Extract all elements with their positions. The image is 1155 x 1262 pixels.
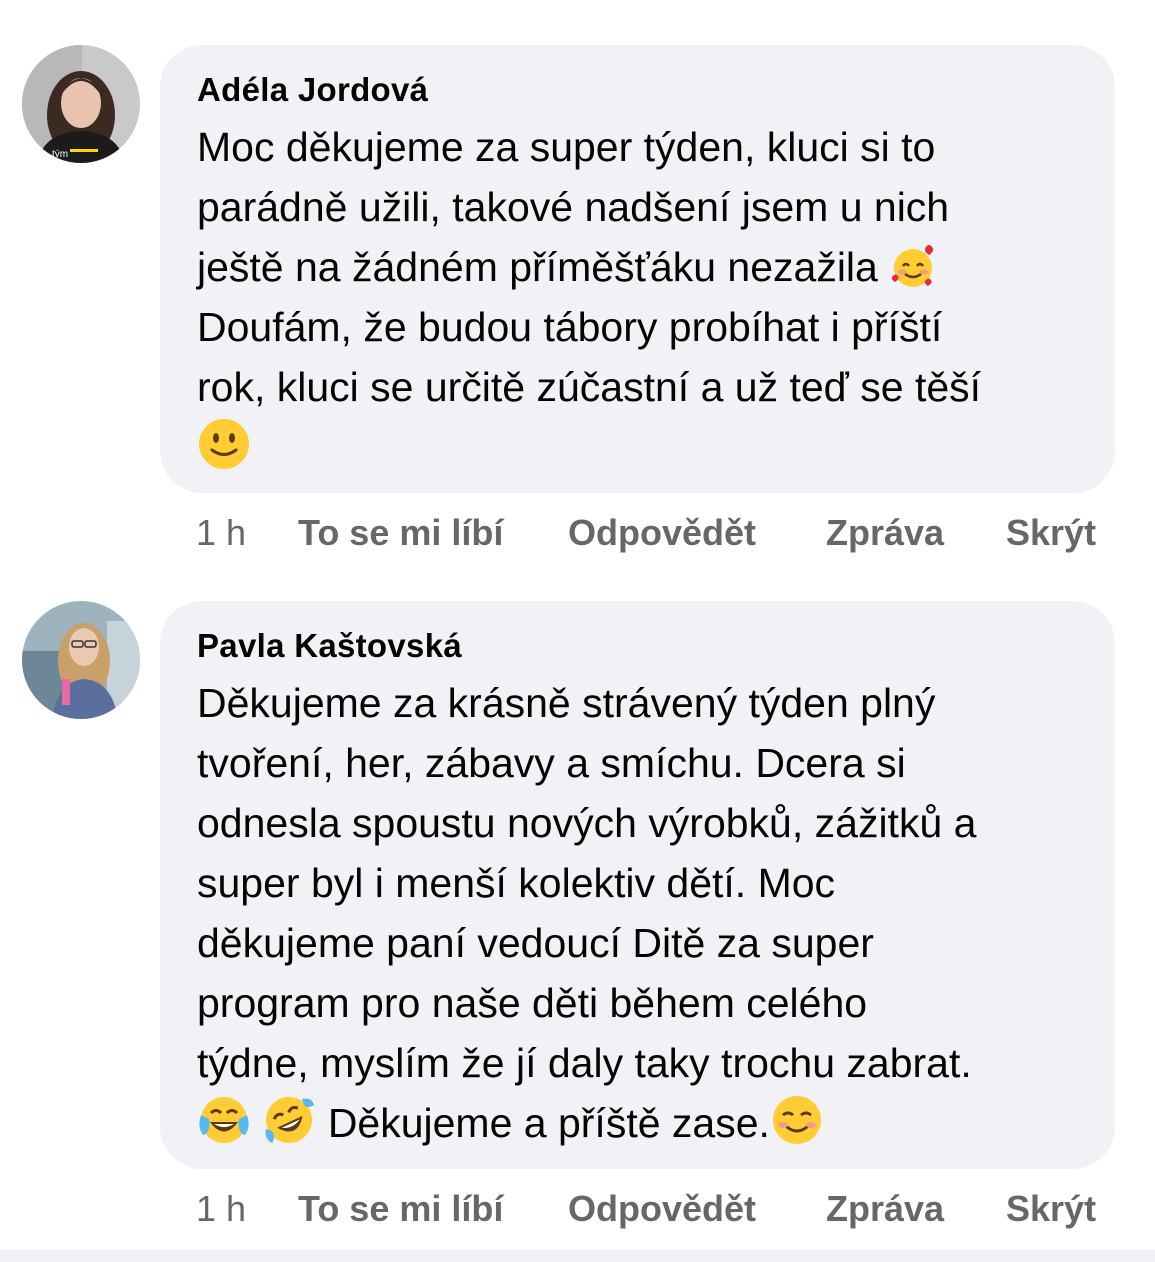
hide-button[interactable]: Skrýt	[1006, 1184, 1096, 1234]
comment-actions: 1 h To se mi líbí Odpovědět Zpráva Skrýt	[0, 1184, 1155, 1234]
comment-line: Doufám, že budou tábory probíhat i příšt…	[197, 304, 943, 350]
avatar-shirt-logo: tým	[52, 149, 68, 160]
comment-line: program pro naše děti během celého	[197, 980, 868, 1026]
comment-author[interactable]: Adéla Jordová	[197, 71, 428, 109]
avatar[interactable]: tým	[22, 45, 140, 163]
comment-line: děkujeme paní vedoucí Ditě za super	[197, 920, 874, 966]
comment-timestamp[interactable]: 1 h	[196, 1184, 246, 1234]
message-button[interactable]: Zpráva	[826, 508, 944, 558]
comment-line-text: ještě na žádném příměšťáku nezažila	[197, 244, 878, 290]
previous-content-fragment	[160, 0, 200, 2]
smiling-face-with-hearts-emoji	[889, 242, 937, 290]
comment-line: ještě na žádném příměšťáku nezažila	[197, 237, 1097, 297]
reply-button[interactable]: Odpovědět	[568, 1184, 756, 1234]
comment-author[interactable]: Pavla Kaštovská	[197, 627, 462, 665]
comment-line: rok, kluci se určitě zúčastní a už teď s…	[197, 364, 982, 410]
comment-line: odnesla spoustu nových výrobků, zážitků …	[197, 800, 977, 846]
comment-line	[197, 417, 1097, 477]
comment-text: Děkujeme za krásně strávený týden plný t…	[197, 673, 1097, 1153]
comment-line: parádně užili, takové nadšení jsem u nic…	[197, 184, 950, 230]
comment-bubble: Adéla Jordová Moc děkujeme za super týde…	[160, 45, 1115, 493]
face-with-tears-of-joy-emoji	[197, 1093, 251, 1147]
rolling-on-floor-laughing-emoji	[262, 1093, 316, 1147]
reply-button[interactable]: Odpovědět	[568, 508, 756, 558]
comment-line-text: Děkujeme a příště zase.	[327, 1100, 770, 1146]
comment-text: Moc děkujeme za super týden, kluci si to…	[197, 117, 1097, 477]
message-button[interactable]: Zpráva	[826, 1184, 944, 1234]
comment-actions: 1 h To se mi líbí Odpovědět Zpráva Skrýt	[0, 508, 1155, 558]
like-button[interactable]: To se mi líbí	[298, 1184, 503, 1234]
like-button[interactable]: To se mi líbí	[298, 508, 503, 558]
comment-bubble: Pavla Kaštovská Děkujeme za krásně stráv…	[160, 601, 1115, 1169]
avatar[interactable]	[22, 601, 140, 719]
bottom-divider	[0, 1250, 1155, 1262]
hide-button[interactable]: Skrýt	[1006, 508, 1096, 558]
comment-line: Děkujeme a příště zase.	[197, 1093, 1097, 1153]
comment-line: Moc děkujeme za super týden, kluci si to	[197, 124, 936, 170]
comment-line: super byl i menší kolektiv dětí. Moc	[197, 860, 836, 906]
comment-line: týdne, myslím že jí daly taky trochu zab…	[197, 1040, 972, 1086]
comment-timestamp[interactable]: 1 h	[196, 508, 246, 558]
slightly-smiling-face-emoji	[197, 417, 251, 471]
comment-line: Děkujeme za krásně strávený týden plný	[197, 680, 936, 726]
smiling-face-emoji	[770, 1093, 824, 1147]
comment-line: tvoření, her, zábavy a smíchu. Dcera si	[197, 740, 906, 786]
